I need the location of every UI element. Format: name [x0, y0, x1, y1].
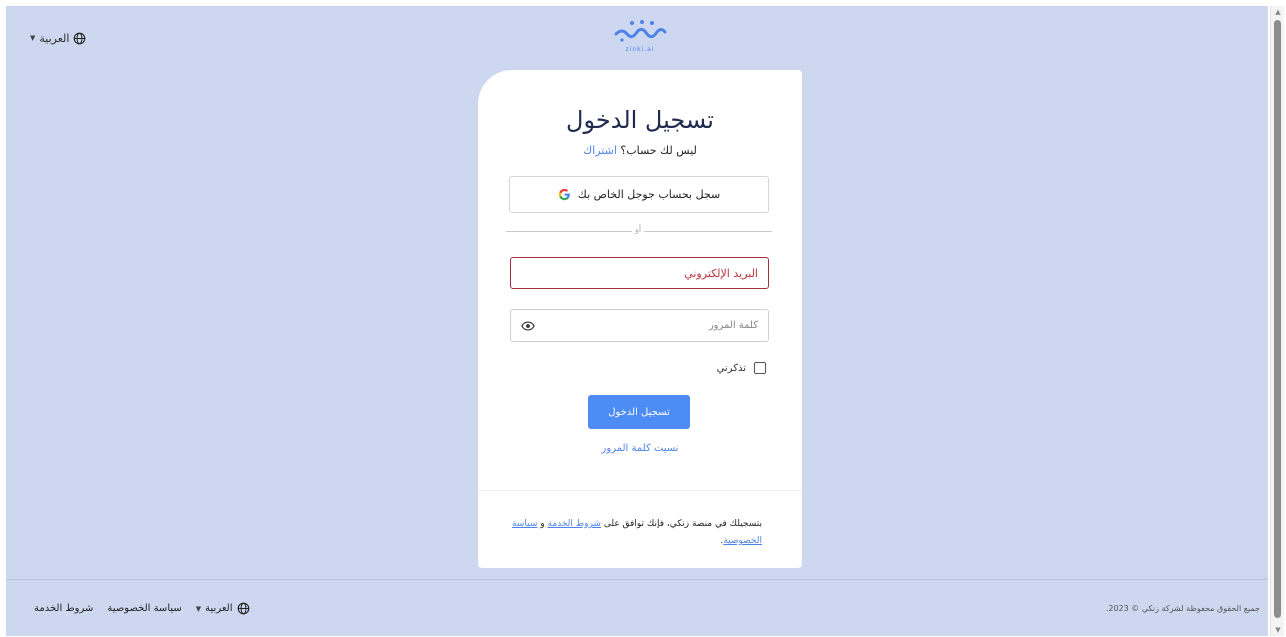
language-selector[interactable]: ▼ العربية	[30, 30, 86, 46]
password-field[interactable]: كلمة المرور	[510, 309, 769, 342]
globe-icon	[74, 32, 86, 44]
logo-mark-icon	[614, 20, 667, 42]
card-divider	[478, 490, 802, 491]
signup-link[interactable]: اشتراك	[583, 144, 617, 157]
scroll-up-arrow-icon[interactable]: ▲	[1274, 8, 1282, 16]
footer-privacy-link[interactable]: سياسة الخصوصية	[107, 603, 181, 614]
language-label: العربية	[39, 31, 70, 45]
login-button[interactable]: تسجيل الدخول	[588, 395, 690, 429]
logo-text: zinki.ai	[625, 46, 655, 53]
footer-terms-link[interactable]: شروط الخدمة	[34, 603, 93, 614]
google-signin-button[interactable]: سجل بحساب جوجل الخاص بك	[509, 176, 769, 213]
terms-notice: بتسجيلك في منصة زنكي، فإنك توافق على شرو…	[512, 516, 762, 550]
no-account-text: ليس لك حساب؟	[620, 144, 697, 157]
footer-language-label: العربية	[205, 603, 233, 614]
remember-me[interactable]: تذكرني	[717, 362, 766, 374]
vertical-scrollbar[interactable]: ▲ ▼	[1270, 6, 1284, 636]
page-title: تسجيل الدخول	[566, 106, 714, 134]
terms-and: و	[540, 519, 545, 529]
google-icon	[558, 188, 570, 201]
password-placeholder: كلمة المرور	[708, 320, 758, 331]
chevron-down-icon: ▼	[195, 604, 202, 613]
eye-icon[interactable]	[521, 320, 535, 331]
remember-me-checkbox[interactable]	[754, 362, 766, 374]
footer-language-selector[interactable]: ▼ العربية	[196, 602, 250, 615]
footer-divider	[6, 579, 1268, 580]
terms-of-service-link[interactable]: شروط الخدمة	[548, 519, 601, 529]
login-card: تسجيل الدخول ليس لك حساب؟ اشتراك سجل بحس…	[478, 70, 802, 568]
divider-text: أو	[632, 225, 644, 234]
forgot-password-link[interactable]: نسيت كلمة المرور	[478, 443, 802, 454]
globe-icon	[237, 602, 249, 615]
copyright-text: جميع الحقوق محفوظة لشركة زنكي © 2023.	[1105, 604, 1260, 613]
google-button-label: سجل بحساب جوجل الخاص بك	[577, 188, 721, 201]
terms-prefix: بتسجيلك في منصة زنكي، فإنك توافق على	[603, 519, 762, 529]
signup-prompt: ليس لك حساب؟ اشتراك	[478, 144, 802, 157]
email-field[interactable]: البريد الإلكتروني	[510, 257, 769, 289]
footer-nav: شروط الخدمة سياسة الخصوصية ▼ العربية	[34, 602, 250, 615]
email-placeholder: البريد الإلكتروني	[684, 266, 758, 280]
zinki-logo[interactable]: zinki.ai	[608, 18, 672, 54]
chevron-down-icon: ▼	[30, 34, 36, 42]
scroll-thumb[interactable]	[1274, 20, 1281, 618]
remember-me-label: تذكرني	[716, 362, 746, 374]
scroll-down-arrow-icon[interactable]: ▼	[1274, 626, 1282, 634]
